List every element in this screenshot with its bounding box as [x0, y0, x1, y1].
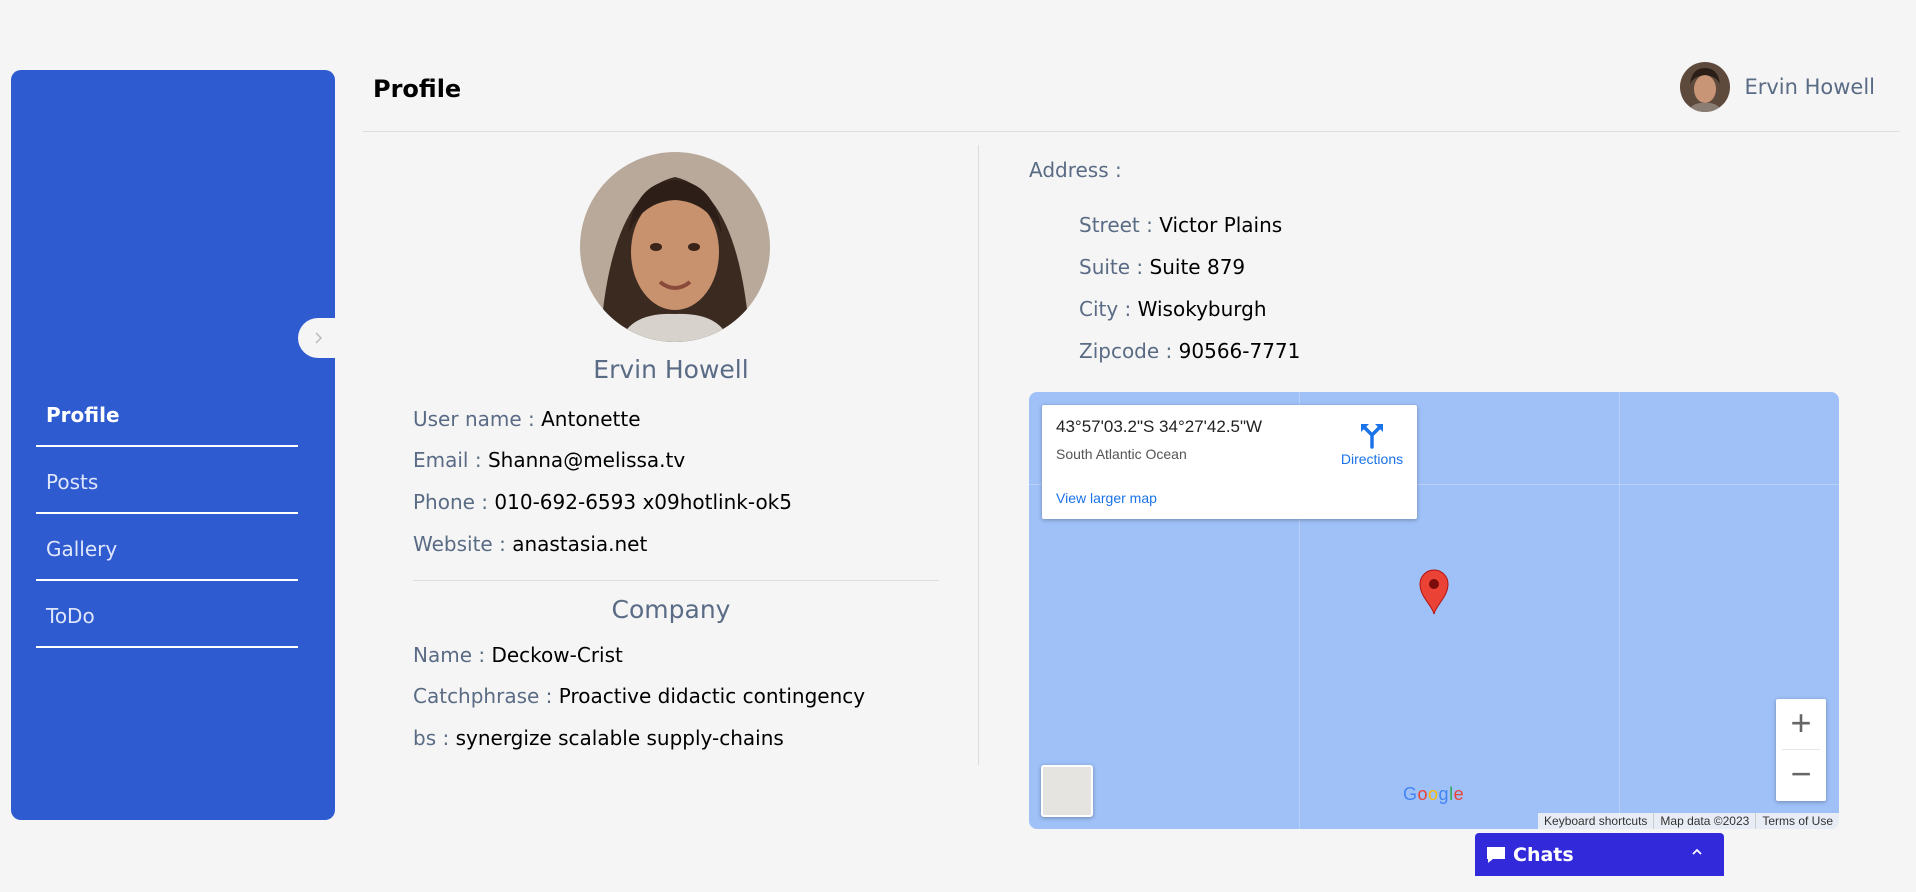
email-field: Email : Shanna@melissa.tv — [413, 448, 685, 472]
view-larger-map-link[interactable]: View larger map — [1056, 490, 1157, 506]
map[interactable]: 43°57'03.2"S 34°27'42.5"W South Atlantic… — [1029, 392, 1839, 829]
directions-label: Directions — [1340, 451, 1404, 467]
field-label: User name : — [413, 407, 542, 431]
profile-name: Ervin Howell — [593, 355, 749, 384]
field-label: Name : — [413, 643, 492, 667]
chat-bubble-icon — [1487, 846, 1505, 863]
terms-of-use-link[interactable]: Terms of Use — [1755, 813, 1839, 829]
map-coordinates: 43°57'03.2"S 34°27'42.5"W — [1056, 417, 1263, 436]
chats-label: Chats — [1513, 843, 1574, 866]
city-field: City : Wisokyburgh — [1079, 297, 1267, 321]
field-value: Deckow-Crist — [491, 643, 623, 667]
field-label: Email : — [413, 448, 488, 472]
street-view-button[interactable] — [1041, 765, 1093, 817]
map-place-name: South Atlantic Ocean — [1056, 446, 1187, 462]
page-title: Profile — [373, 75, 462, 103]
avatar — [1680, 62, 1731, 112]
sidebar-nav: Profile Posts Gallery ToDo — [36, 380, 298, 648]
map-info-card: 43°57'03.2"S 34°27'42.5"W South Atlantic… — [1042, 405, 1417, 519]
zoom-in-button[interactable]: + — [1776, 699, 1826, 749]
field-value: Shanna@melissa.tv — [487, 448, 686, 472]
field-value: Proactive didactic contingency — [558, 684, 866, 708]
zipcode-field: Zipcode : 90566-7771 — [1079, 339, 1300, 363]
suite-field: Suite : Suite 879 — [1079, 255, 1245, 279]
phone-field: Phone : 010-692-6593 x09hotlink-ok5 — [413, 490, 792, 514]
address-title: Address : — [1029, 158, 1122, 182]
field-value: Suite 879 — [1149, 255, 1246, 279]
field-value: Victor Plains — [1159, 213, 1283, 237]
directions-icon — [1361, 424, 1383, 449]
sidebar: Profile Posts Gallery ToDo — [11, 70, 335, 820]
field-label: Website : — [413, 532, 513, 556]
field-value: Wisokyburgh — [1137, 297, 1267, 321]
keyboard-shortcuts-link[interactable]: Keyboard shortcuts — [1538, 813, 1653, 829]
bs-field: bs : synergize scalable supply-chains — [413, 726, 784, 750]
sidebar-toggle-button[interactable] — [298, 318, 340, 358]
field-value: anastasia.net — [512, 532, 648, 556]
username-field: User name : Antonette — [413, 407, 641, 431]
profile-card: Ervin Howell User name : Antonette Email… — [363, 145, 979, 765]
field-value: 010-692-6593 x09hotlink-ok5 — [494, 490, 792, 514]
street-field: Street : Victor Plains — [1079, 213, 1282, 237]
directions-button[interactable]: Directions — [1332, 419, 1412, 467]
field-label: Street : — [1079, 213, 1160, 237]
chats-widget[interactable]: Chats — [1475, 833, 1724, 876]
sidebar-item-gallery[interactable]: Gallery — [36, 514, 298, 581]
google-logo: Google — [1403, 784, 1465, 804]
website-field: Website : anastasia.net — [413, 532, 647, 556]
field-label: Suite : — [1079, 255, 1150, 279]
field-label: bs : — [413, 726, 456, 750]
chevron-right-icon — [315, 332, 323, 344]
zoom-controls: + − — [1776, 699, 1826, 801]
field-label: Phone : — [413, 490, 495, 514]
map-pin-icon[interactable] — [1416, 567, 1452, 615]
user-name: Ervin Howell — [1744, 75, 1875, 99]
field-value: 90566-7771 — [1178, 339, 1301, 363]
zoom-out-button[interactable]: − — [1776, 750, 1826, 800]
field-label: Catchphrase : — [413, 684, 559, 708]
map-attribution: Keyboard shortcuts Map data ©2023 Terms … — [1538, 813, 1839, 829]
chevron-up-icon — [1692, 848, 1702, 855]
sidebar-item-todo[interactable]: ToDo — [36, 581, 298, 648]
field-value: synergize scalable supply-chains — [455, 726, 784, 750]
field-label: City : — [1079, 297, 1138, 321]
map-gridline — [1619, 392, 1620, 829]
catchphrase-field: Catchphrase : Proactive didactic conting… — [413, 684, 865, 708]
field-value: Antonette — [541, 407, 641, 431]
company-title: Company — [611, 595, 731, 624]
profile-avatar — [580, 152, 770, 342]
company-name-field: Name : Deckow-Crist — [413, 643, 623, 667]
sidebar-item-profile[interactable]: Profile — [36, 380, 298, 447]
map-data-label: Map data ©2023 — [1653, 813, 1755, 829]
sidebar-item-posts[interactable]: Posts — [36, 447, 298, 514]
user-menu[interactable]: Ervin Howell — [1680, 62, 1875, 112]
top-bar: Profile Ervin Howell — [363, 60, 1900, 132]
divider — [413, 580, 939, 581]
field-label: Zipcode : — [1079, 339, 1179, 363]
